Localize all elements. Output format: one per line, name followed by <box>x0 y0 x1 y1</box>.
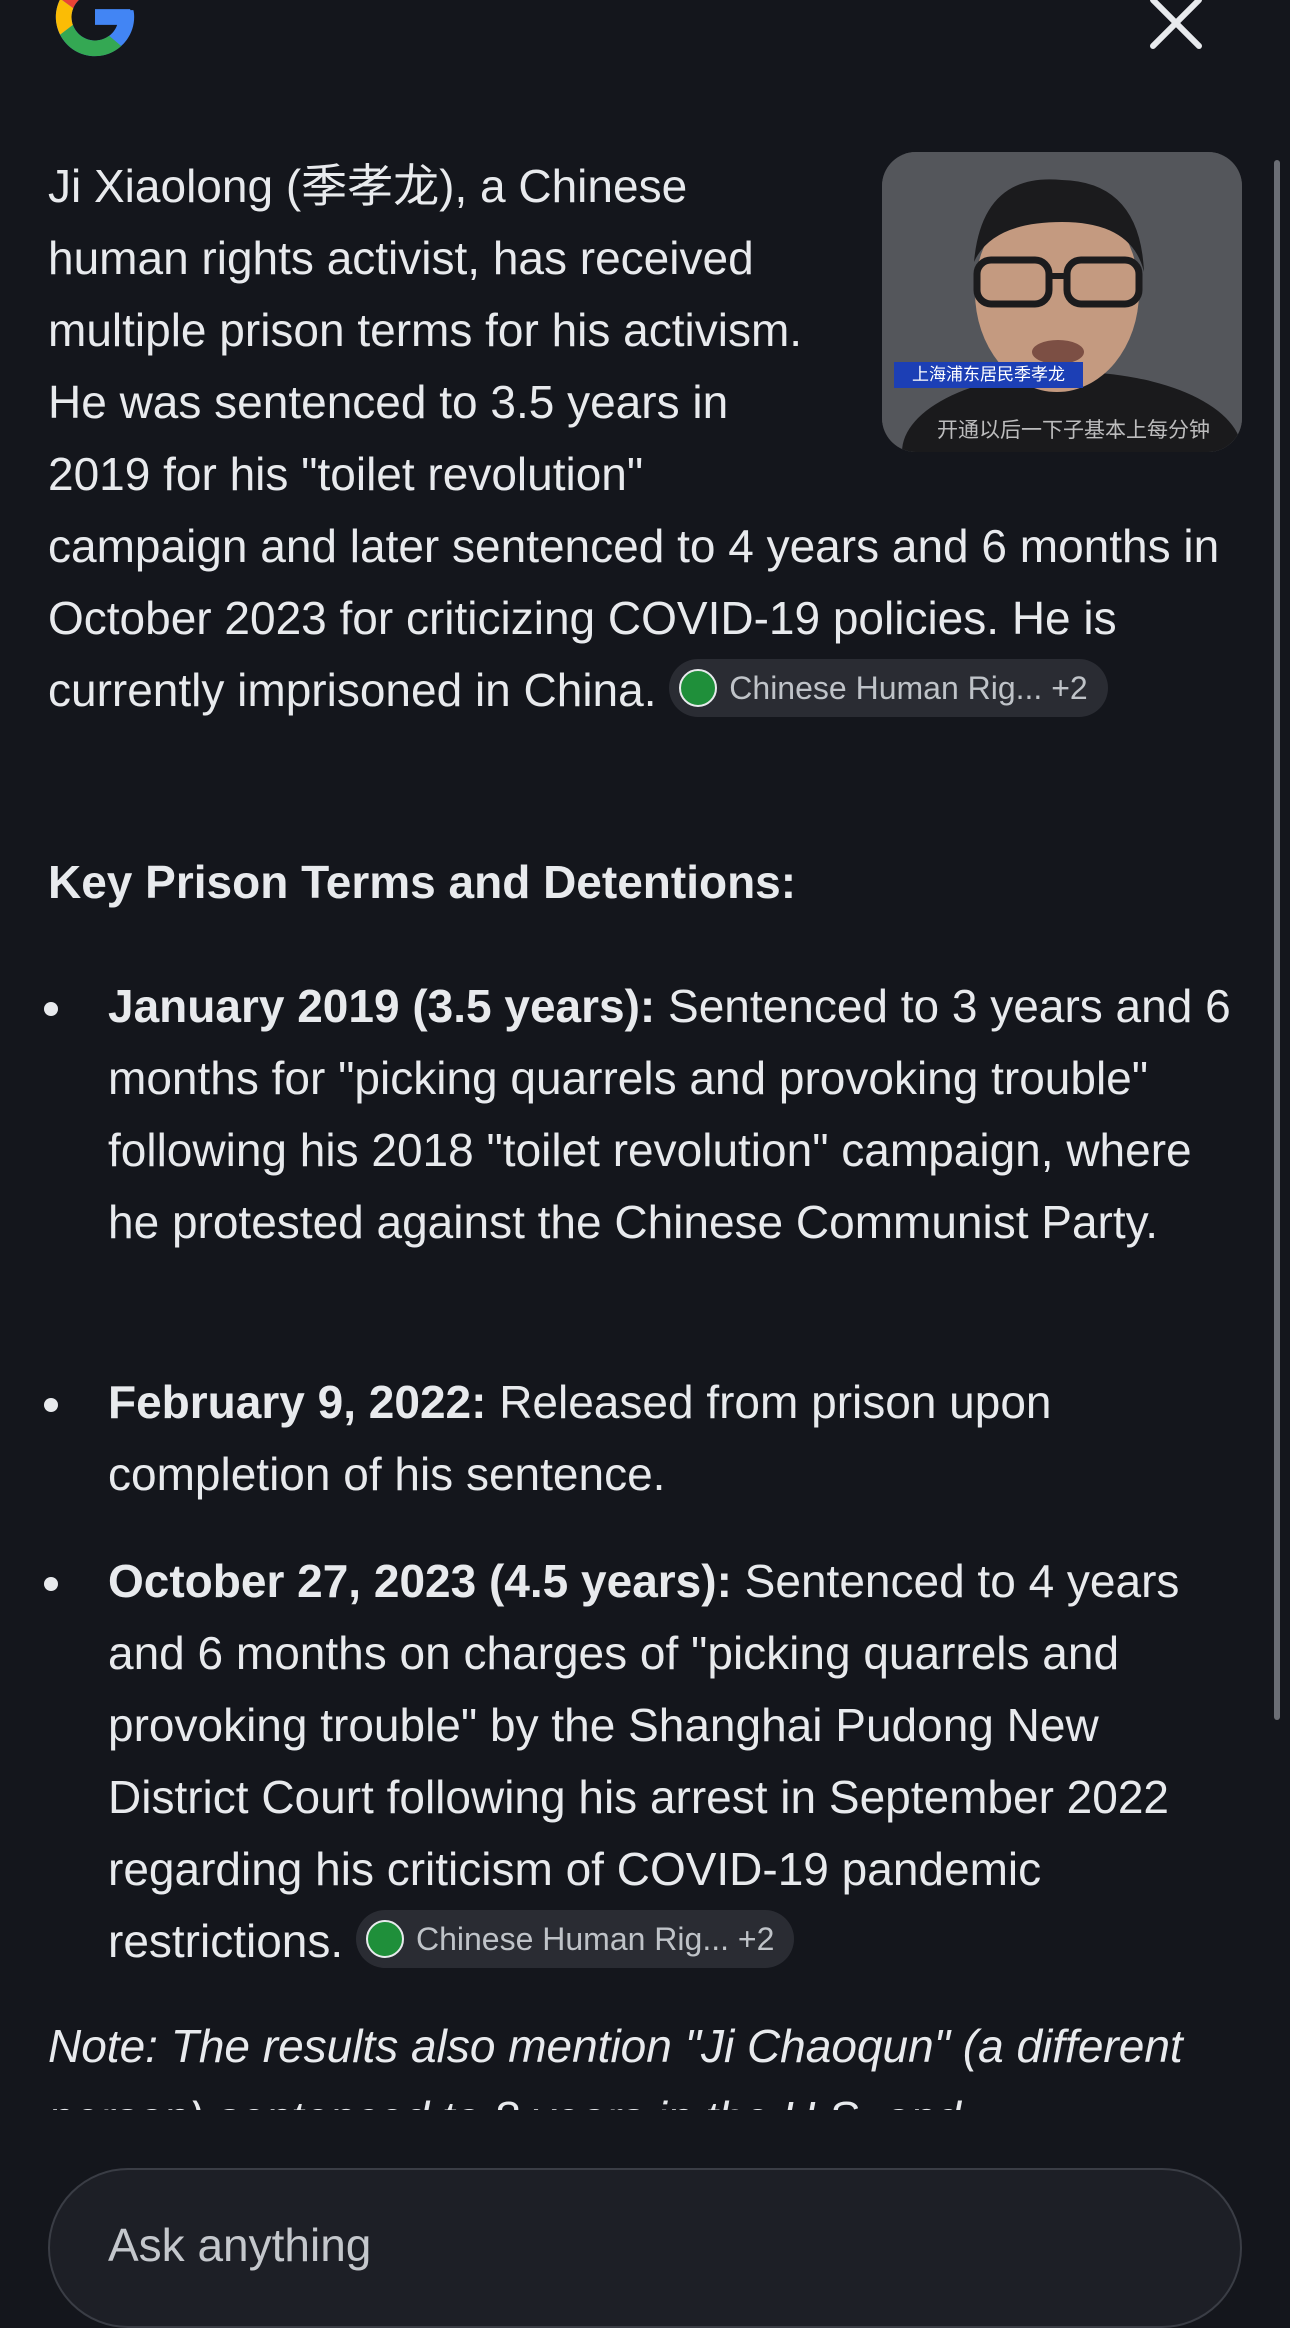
source-chip-label: Chinese Human Rig... +2 <box>729 669 1088 706</box>
source-chip[interactable]: Chinese Human Rig... +2 <box>355 1909 795 1968</box>
answer-content: 上海浦东居民季孝龙 开通以后一下子基本上每分钟 Ji Xiaolong (季孝龙… <box>0 150 1290 2120</box>
list-item: February 9, 2022: Released from prison u… <box>44 1366 1248 1510</box>
source-favicon-icon <box>365 1919 404 1958</box>
ask-input-placeholder: Ask anything <box>108 2219 372 2271</box>
list-item: October 27, 2023 (4.5 years): Sentenced … <box>44 1545 1248 1977</box>
list-item-title: January 2019 (3.5 years): <box>108 980 656 1032</box>
source-chip[interactable]: Chinese Human Rig... +2 <box>669 658 1108 717</box>
bullet-icon <box>44 1002 58 1016</box>
bullet-icon <box>44 1577 58 1591</box>
scrollbar[interactable] <box>1274 160 1280 1720</box>
source-chip-label: Chinese Human Rig... +2 <box>415 1920 775 1957</box>
list-item: January 2019 (3.5 years): Sentenced to 3… <box>44 970 1248 1258</box>
top-bar <box>0 0 1290 120</box>
list-item-text: Sentenced to 4 years and 6 months on cha… <box>108 1555 1180 1967</box>
note-text: Note: The results also mention "Ji Chaoq… <box>48 2020 1183 2120</box>
ask-input[interactable]: Ask anything <box>48 2168 1242 2328</box>
intro-paragraph: Ji Xiaolong (季孝龙), a Chinese human right… <box>48 150 1248 726</box>
list-item-title: February 9, 2022: <box>108 1376 487 1428</box>
google-g-logo <box>55 0 135 57</box>
source-favicon-icon <box>679 668 718 707</box>
section-heading: Key Prison Terms and Detentions: <box>48 856 797 908</box>
list-item-title: October 27, 2023 (4.5 years): <box>108 1555 732 1607</box>
close-button[interactable] <box>1145 0 1207 54</box>
bullet-icon <box>44 1398 58 1412</box>
